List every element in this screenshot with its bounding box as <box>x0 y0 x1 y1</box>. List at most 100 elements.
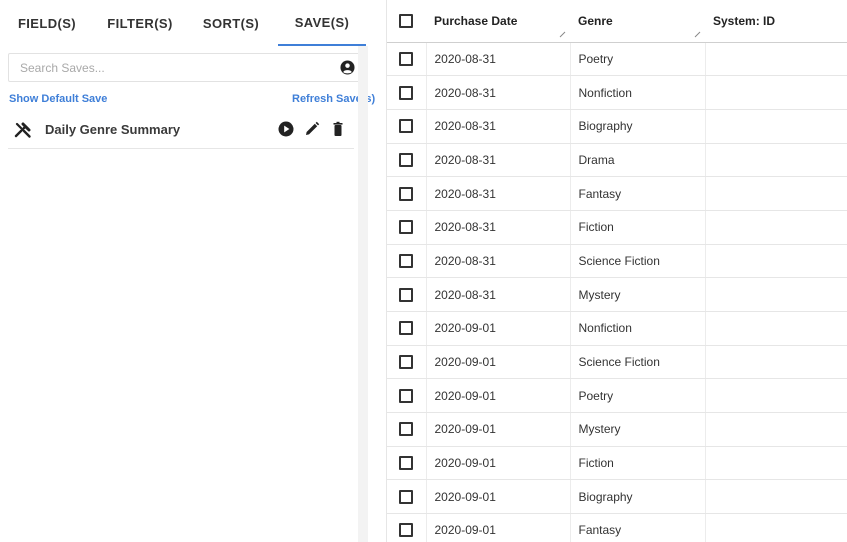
cell-system-id: 5 <box>705 109 847 144</box>
cell-system-id: 3 <box>705 176 847 211</box>
select-all-checkbox[interactable] <box>399 13 413 28</box>
row-checkbox[interactable] <box>399 119 413 134</box>
save-item-name: Daily Genre Summary <box>45 122 181 137</box>
table-row[interactable]: 2020-09-01Poetry9 <box>387 378 847 414</box>
search-saves-input[interactable] <box>9 54 329 81</box>
cell-genre: Fantasy <box>570 176 706 211</box>
cell-system-id: 9 <box>705 75 847 110</box>
cell-system-id: 5 <box>705 277 847 312</box>
grid-header-row: Purchase Date Genre System: ID <box>387 0 847 43</box>
row-checkbox[interactable] <box>399 253 413 268</box>
row-checkbox[interactable] <box>399 85 413 100</box>
row-checkbox[interactable] <box>399 388 413 403</box>
panel-tabs: FIELD(S) FILTER(S) SORT(S) SAVE(S) <box>0 0 366 46</box>
row-checkbox[interactable] <box>399 220 413 235</box>
cell-purchase-date: 2020-09-01 <box>426 479 571 515</box>
cell-system-id: 12 <box>705 446 847 481</box>
saves-panel: FIELD(S) FILTER(S) SORT(S) SAVE(S) Show … <box>0 0 375 542</box>
row-checkbox[interactable] <box>399 186 413 201</box>
cell-system-id: 2 <box>705 42 847 77</box>
cell-genre: Nonfiction <box>570 75 706 110</box>
row-select-cell <box>387 345 427 380</box>
row-checkbox[interactable] <box>399 287 413 302</box>
table-row[interactable]: 2020-08-31Fiction6 <box>387 210 847 245</box>
grid-table: Purchase Date Genre System: ID 2020-08-3… <box>387 0 847 542</box>
table-row[interactable]: 2020-09-01Science Fiction6 <box>387 345 847 380</box>
panel-scrollbar[interactable] <box>358 46 368 542</box>
cell-purchase-date: 2020-09-01 <box>426 446 571 481</box>
column-header-label: System: ID <box>713 13 776 28</box>
pencil-icon[interactable] <box>304 121 320 137</box>
cell-system-id: 10 <box>705 479 847 515</box>
cell-system-id: 6 <box>705 345 847 380</box>
column-header-label: Purchase Date <box>434 13 518 28</box>
row-select-cell <box>387 277 427 312</box>
cell-genre: Mystery <box>570 277 706 312</box>
show-default-save-link[interactable]: Show Default Save <box>9 93 107 105</box>
cell-genre: Nonfiction <box>570 311 706 346</box>
row-checkbox[interactable] <box>399 51 413 66</box>
row-checkbox[interactable] <box>399 422 413 437</box>
row-checkbox[interactable] <box>399 355 413 370</box>
save-item[interactable]: Daily Genre Summary <box>8 112 354 149</box>
column-header-purchase-date[interactable]: Purchase Date <box>426 0 570 43</box>
tab-saves[interactable]: SAVE(S) <box>278 0 366 46</box>
table-row[interactable]: 2020-09-01Biography10 <box>387 479 847 515</box>
table-row[interactable]: 2020-08-31Drama6 <box>387 143 847 178</box>
cell-genre: Science Fiction <box>570 244 706 279</box>
row-select-cell <box>387 75 427 110</box>
cell-purchase-date: 2020-08-31 <box>426 75 571 110</box>
tab-sorts[interactable]: SORT(S) <box>186 0 276 46</box>
row-select-cell <box>387 109 427 144</box>
cell-purchase-date: 2020-09-01 <box>426 378 571 414</box>
row-checkbox[interactable] <box>399 321 413 336</box>
row-select-cell <box>387 244 427 279</box>
column-header-system-id[interactable]: System: ID <box>705 0 847 43</box>
cell-system-id: 6 <box>705 143 847 178</box>
table-row[interactable]: 2020-08-31Science Fiction4 <box>387 244 847 279</box>
row-checkbox[interactable] <box>399 152 413 167</box>
cell-genre: Fiction <box>570 446 706 481</box>
row-checkbox[interactable] <box>399 456 413 471</box>
row-select-cell <box>387 446 427 481</box>
cell-purchase-date: 2020-08-31 <box>426 277 571 312</box>
cell-genre: Biography <box>570 109 706 144</box>
grid-body: 2020-08-31Poetry22020-08-31Nonfiction920… <box>387 42 847 542</box>
cell-purchase-date: 2020-08-31 <box>426 42 571 77</box>
row-select-cell <box>387 412 427 447</box>
table-row[interactable]: 2020-09-01Nonfiction8 <box>387 311 847 346</box>
play-circle-icon[interactable] <box>278 121 294 137</box>
user-circle-icon[interactable] <box>340 60 355 75</box>
row-select-cell <box>387 210 427 245</box>
column-header-genre[interactable]: Genre <box>570 0 705 43</box>
cell-genre: Mystery <box>570 412 706 447</box>
tab-fields[interactable]: FIELD(S) <box>0 0 94 46</box>
resize-handle-icon[interactable] <box>559 31 566 38</box>
row-checkbox[interactable] <box>399 523 413 538</box>
cell-purchase-date: 2020-08-31 <box>426 176 571 211</box>
cell-system-id: 8 <box>705 311 847 346</box>
row-checkbox[interactable] <box>399 489 413 504</box>
row-select-cell <box>387 176 427 211</box>
cell-system-id: 11 <box>705 513 847 542</box>
search-box <box>8 53 362 82</box>
cell-system-id: 6 <box>705 210 847 245</box>
table-row[interactable]: 2020-09-01Fantasy11 <box>387 513 847 542</box>
cell-genre: Fiction <box>570 210 706 245</box>
table-row[interactable]: 2020-08-31Fantasy3 <box>387 176 847 211</box>
row-select-cell <box>387 311 427 346</box>
trash-icon[interactable] <box>330 121 346 137</box>
tab-filters[interactable]: FILTER(S) <box>94 0 186 46</box>
table-row[interactable]: 2020-09-01Mystery10 <box>387 412 847 447</box>
cell-genre: Drama <box>570 143 706 178</box>
table-row[interactable]: 2020-08-31Poetry2 <box>387 42 847 77</box>
cell-genre: Science Fiction <box>570 345 706 380</box>
table-row[interactable]: 2020-08-31Biography5 <box>387 109 847 144</box>
table-row[interactable]: 2020-08-31Mystery5 <box>387 277 847 312</box>
cell-purchase-date: 2020-08-31 <box>426 143 571 178</box>
resize-handle-icon[interactable] <box>694 31 701 38</box>
cell-purchase-date: 2020-08-31 <box>426 244 571 279</box>
row-select-cell <box>387 42 427 77</box>
table-row[interactable]: 2020-08-31Nonfiction9 <box>387 75 847 110</box>
table-row[interactable]: 2020-09-01Fiction12 <box>387 446 847 481</box>
